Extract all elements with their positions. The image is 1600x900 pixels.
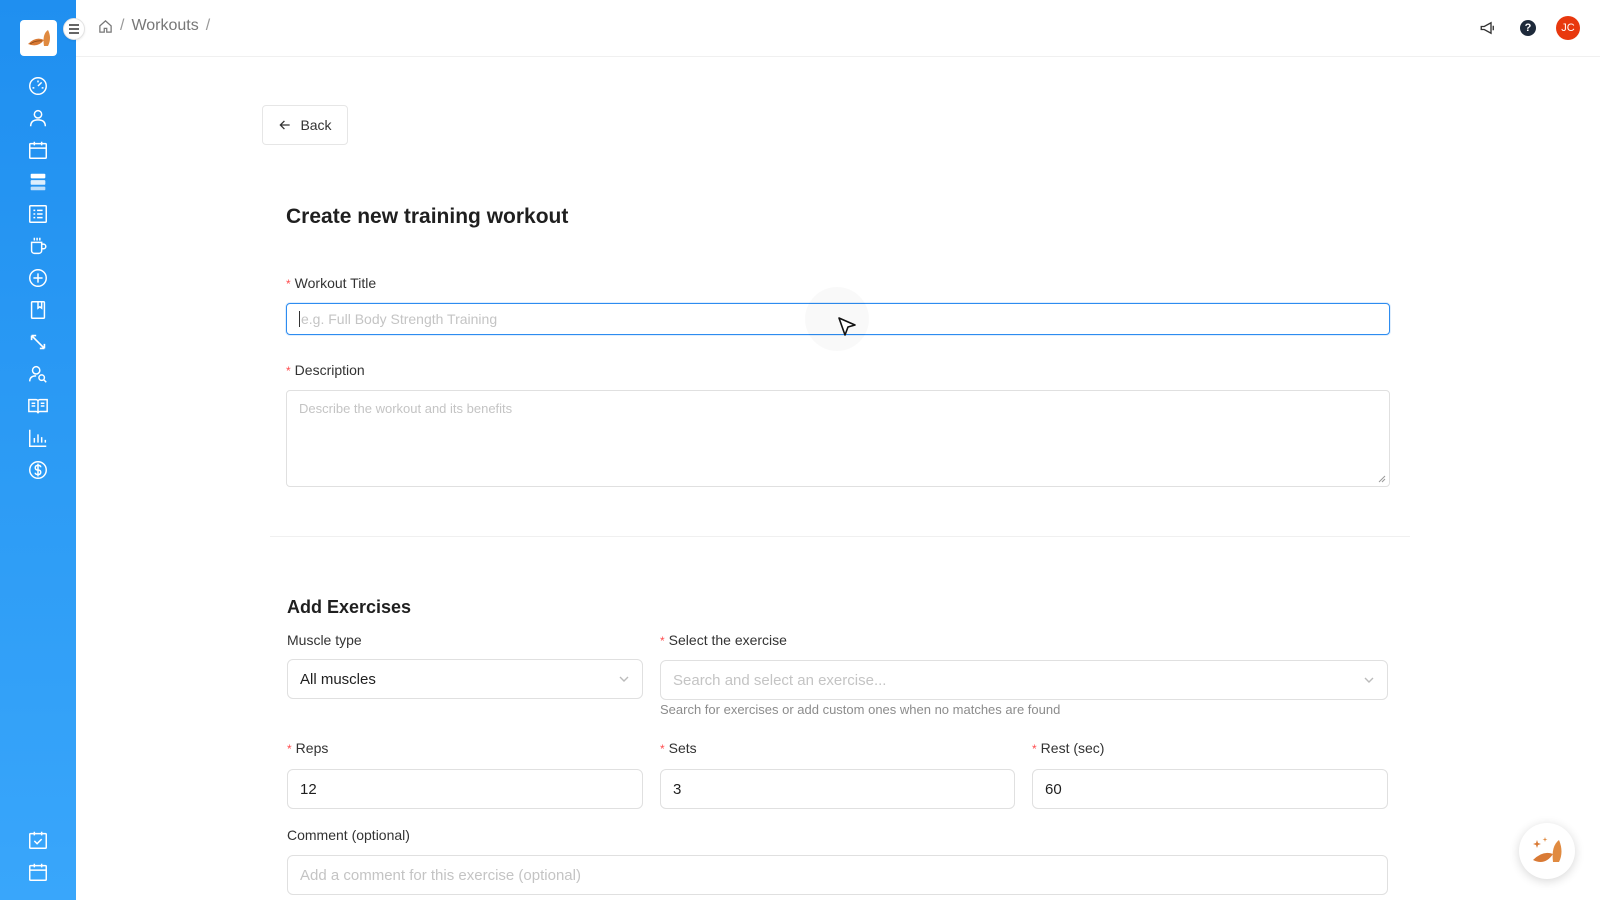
workout-title-placeholder: e.g. Full Body Strength Training bbox=[301, 311, 498, 327]
muscle-type-label: Muscle type bbox=[287, 632, 362, 648]
required-mark: * bbox=[1032, 742, 1037, 756]
add-circle-icon bbox=[29, 269, 47, 287]
resize-handle-icon[interactable] bbox=[1378, 475, 1386, 483]
breadcrumb-home[interactable] bbox=[98, 19, 113, 34]
user-search-icon bbox=[29, 365, 47, 383]
description-textarea[interactable]: Describe the workout and its benefits bbox=[286, 390, 1390, 487]
calendar-check-icon bbox=[29, 831, 47, 849]
announcements-button[interactable] bbox=[1476, 16, 1500, 40]
brand-logo[interactable] bbox=[20, 20, 57, 56]
nav-expand[interactable] bbox=[26, 330, 50, 354]
required-mark: * bbox=[660, 742, 665, 756]
required-mark: * bbox=[660, 634, 665, 648]
user-icon bbox=[29, 109, 47, 127]
nav-nutrition[interactable] bbox=[26, 234, 50, 258]
menu-icon bbox=[69, 24, 79, 34]
rest-label: * Rest (sec) bbox=[1032, 740, 1105, 756]
select-exercise-input[interactable]: Search and select an exercise... bbox=[660, 660, 1388, 700]
menu-toggle-button[interactable] bbox=[63, 18, 85, 40]
muscle-type-select[interactable]: All muscles bbox=[287, 659, 643, 699]
rest-input[interactable]: 60 bbox=[1032, 769, 1388, 809]
dashboard-icon bbox=[29, 77, 47, 95]
nav-schedule[interactable] bbox=[26, 860, 50, 884]
select-exercise-help: Search for exercises or add custom ones … bbox=[660, 702, 1061, 717]
help-icon: ? bbox=[1520, 20, 1536, 36]
comment-label: Comment (optional) bbox=[287, 827, 410, 843]
arrow-left-icon bbox=[279, 120, 291, 130]
reps-label: * Reps bbox=[287, 740, 329, 756]
drink-icon bbox=[30, 237, 47, 255]
megaphone-icon bbox=[1480, 21, 1494, 35]
nav-payments[interactable] bbox=[26, 458, 50, 482]
sets-value: 3 bbox=[673, 780, 682, 798]
calendar-icon bbox=[29, 863, 47, 881]
chevron-down-icon bbox=[619, 676, 629, 682]
nav-add[interactable] bbox=[26, 266, 50, 290]
sets-input[interactable]: 3 bbox=[660, 769, 1015, 809]
nav-clients[interactable] bbox=[26, 106, 50, 130]
chevron-down-icon bbox=[1364, 677, 1374, 683]
description-placeholder: Describe the workout and its benefits bbox=[299, 401, 513, 416]
nav-storage[interactable] bbox=[26, 170, 50, 194]
nav-reports[interactable] bbox=[26, 426, 50, 450]
section-divider bbox=[270, 536, 1410, 537]
help-button[interactable]: ? bbox=[1516, 16, 1540, 40]
nav-dashboard[interactable] bbox=[26, 74, 50, 98]
nav-user-search[interactable] bbox=[26, 362, 50, 386]
required-mark: * bbox=[287, 742, 292, 756]
nav-tasks[interactable] bbox=[26, 828, 50, 852]
ai-assistant-button[interactable] bbox=[1519, 823, 1575, 879]
rest-value: 60 bbox=[1045, 780, 1062, 798]
required-mark: * bbox=[286, 277, 291, 291]
back-button[interactable]: Back bbox=[262, 105, 348, 145]
muscle-type-value: All muscles bbox=[300, 670, 376, 688]
bar-chart-icon bbox=[29, 429, 47, 447]
read-icon bbox=[28, 398, 48, 414]
mouse-cursor-icon bbox=[838, 317, 856, 336]
storage-icon bbox=[30, 173, 46, 191]
avatar: JC bbox=[1556, 16, 1580, 40]
nav-read[interactable] bbox=[26, 394, 50, 418]
sets-label: * Sets bbox=[660, 740, 697, 756]
reps-value: 12 bbox=[300, 780, 317, 798]
top-bar: / Workouts / ? JC bbox=[76, 0, 1600, 57]
breadcrumb: / Workouts / bbox=[98, 17, 217, 35]
expand-icon bbox=[30, 334, 46, 350]
breadcrumb-workouts[interactable]: Workouts bbox=[131, 17, 198, 35]
description-label: * Description bbox=[286, 362, 365, 378]
avatar-button[interactable]: JC bbox=[1556, 16, 1580, 40]
reps-input[interactable]: 12 bbox=[287, 769, 643, 809]
required-mark: * bbox=[286, 364, 291, 378]
workout-title-label: * Workout Title bbox=[286, 275, 377, 291]
calendar-icon bbox=[29, 141, 47, 159]
book-icon bbox=[30, 301, 46, 319]
back-label: Back bbox=[300, 117, 332, 133]
add-exercises-title: Add Exercises bbox=[287, 597, 412, 617]
dollar-icon bbox=[29, 461, 47, 479]
breadcrumb-separator: / bbox=[205, 17, 211, 34]
select-exercise-label: * Select the exercise bbox=[660, 632, 787, 648]
almond-logo-icon bbox=[27, 30, 50, 46]
text-caret bbox=[299, 311, 300, 327]
nav-library[interactable] bbox=[26, 298, 50, 322]
comment-placeholder: Add a comment for this exercise (optiona… bbox=[300, 866, 581, 884]
page-title: Create new training workout bbox=[286, 205, 569, 228]
breadcrumb-separator: / bbox=[120, 17, 125, 34]
nav-programs[interactable] bbox=[26, 202, 50, 226]
select-exercise-placeholder: Search and select an exercise... bbox=[673, 671, 887, 689]
comment-input[interactable]: Add a comment for this exercise (optiona… bbox=[287, 855, 1388, 895]
home-icon bbox=[99, 19, 112, 33]
nav-calendar[interactable] bbox=[26, 138, 50, 162]
sidebar bbox=[0, 0, 76, 900]
list-icon bbox=[29, 205, 47, 223]
sparkle-almond-icon bbox=[1533, 837, 1562, 862]
